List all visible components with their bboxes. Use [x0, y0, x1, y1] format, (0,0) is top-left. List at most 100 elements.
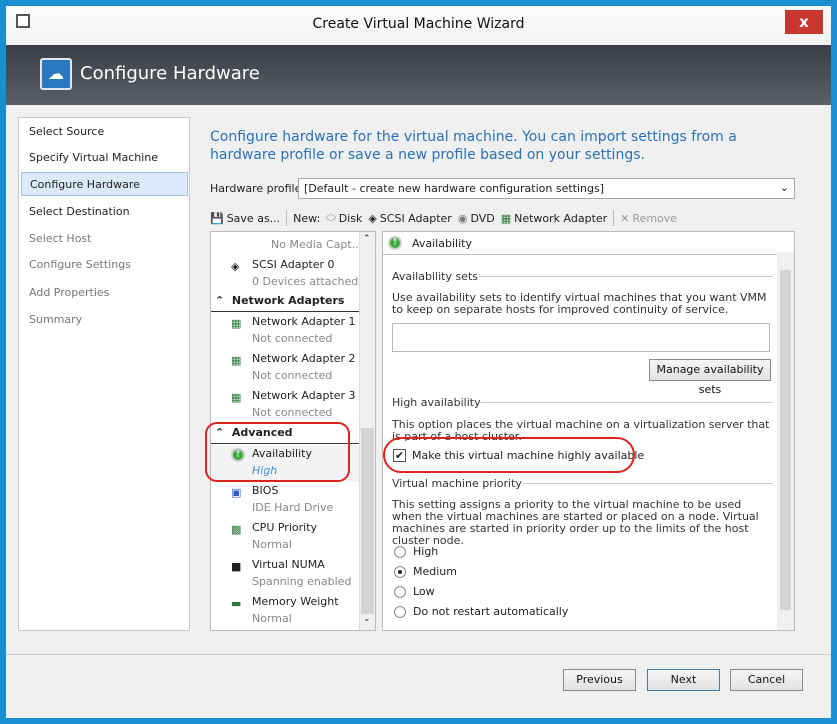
- radio-selected-icon: [394, 565, 406, 578]
- priority-high-radio[interactable]: High: [394, 545, 438, 558]
- divider: [523, 483, 773, 484]
- high-availability-label: High availability: [392, 396, 481, 409]
- step-select-host: Select Host: [29, 232, 92, 245]
- item-title: Network Adapter 3: [252, 389, 356, 402]
- pane-title: Availability: [412, 236, 472, 250]
- radio-icon: [394, 545, 406, 558]
- new-label: New:: [293, 211, 321, 225]
- new-dvd-button[interactable]: ◉ DVD: [458, 212, 495, 225]
- step-vm-identity[interactable]: Specify Virtual Machine Identity: [21, 146, 188, 188]
- priority-desc: This setting assigns a priority to the v…: [392, 498, 759, 547]
- new-scsi-button[interactable]: ◈ SCSI Adapter: [368, 212, 452, 225]
- new-disk-button[interactable]: ⬭ Disk: [326, 211, 362, 225]
- save-icon: 💾: [210, 211, 224, 225]
- step-select-source[interactable]: Select Source: [21, 120, 188, 144]
- numa-icon: ■: [231, 560, 242, 573]
- disk-label: Disk: [338, 211, 363, 225]
- item-sub: Not connected: [252, 332, 333, 345]
- disk-icon: ⬭: [326, 211, 336, 224]
- network-adapter-icon: ▦: [231, 317, 242, 330]
- remove-button: ✕ Remove: [620, 212, 677, 225]
- next-button[interactable]: Next: [647, 669, 720, 691]
- window-title: Create Virtual Machine Wizard: [312, 16, 525, 32]
- scsi-label: SCSI Adapter: [379, 211, 452, 225]
- network-adapter-icon: ▦: [500, 211, 512, 225]
- scroll-up-icon[interactable]: ⌃: [363, 234, 371, 244]
- step-select-destination[interactable]: Select Destination: [21, 200, 188, 224]
- cancel-button[interactable]: Cancel: [730, 669, 803, 691]
- dvd-icon: ◉: [457, 211, 468, 225]
- radio-label: Low: [413, 585, 435, 598]
- item-sub: Normal: [252, 612, 292, 625]
- item-title: Network Adapter 2: [252, 352, 356, 365]
- divider: [479, 402, 773, 403]
- priority-low-radio[interactable]: Low: [394, 585, 435, 598]
- previous-button[interactable]: Previous: [563, 669, 636, 691]
- scsi-icon: ◈: [368, 211, 377, 225]
- pane-scrollbar[interactable]: [777, 252, 794, 630]
- priority-label: Virtual machine priority: [392, 477, 522, 490]
- radio-label: High: [413, 545, 439, 558]
- item-title: Network Adapter 1: [252, 315, 356, 328]
- scsi-icon: ◈: [231, 260, 240, 273]
- availability-pane: ↑ Availability Availability sets Use avai…: [382, 231, 795, 631]
- divider: [479, 276, 773, 277]
- availability-sets-desc: Use availability sets to identify virtua…: [392, 291, 767, 316]
- hardware-profile-select[interactable]: [Default - create new hardware configura…: [298, 178, 795, 199]
- radio-label: Medium: [413, 565, 457, 578]
- cpu-icon: ▩: [231, 523, 242, 536]
- hardware-profile-label: Hardware profile:: [210, 182, 306, 195]
- radio-icon: [394, 605, 406, 618]
- list-scrollbar[interactable]: ⌃ ⌄: [359, 232, 375, 630]
- dvd-label: DVD: [470, 211, 495, 225]
- section-heading: Configure hardware for the virtual machi…: [210, 129, 737, 163]
- toolbar: 💾 Save as... New: ⬭ Disk ◈ SCSI Adapter ◉ DV…: [210, 207, 795, 229]
- annotation-circle: [383, 437, 635, 473]
- scroll-thumb[interactable]: [361, 428, 374, 614]
- availability-icon: ↑: [388, 236, 402, 250]
- radio-icon: [394, 585, 406, 598]
- item-title: BIOS: [252, 484, 279, 497]
- item-sub: 0 Devices attached: [252, 275, 359, 288]
- remove-icon: ✕: [620, 211, 630, 225]
- new-network-adapter-button[interactable]: ▦ Network Adapter: [501, 212, 607, 225]
- item-sub: Not connected: [252, 369, 333, 382]
- radio-label: Do not restart automatically: [413, 605, 569, 618]
- chevron-down-icon: ⌄: [779, 181, 789, 194]
- step-summary: Summary: [29, 313, 83, 326]
- step-configure-hardware[interactable]: Configure Hardware: [21, 172, 188, 196]
- save-as-label: Save as...: [226, 211, 281, 225]
- item-sub: Spanning enabled: [252, 575, 352, 588]
- step-configure-settings: Configure Settings: [29, 258, 131, 271]
- group-label: Network Adapters: [231, 294, 345, 307]
- network-adapter-icon: ▦: [231, 391, 242, 404]
- scroll-down-icon[interactable]: ⌄: [363, 614, 371, 624]
- item-title: Virtual NUMA: [252, 558, 325, 571]
- annotation-circle: [205, 422, 350, 482]
- availability-sets-label: Availability sets: [392, 270, 478, 283]
- hardware-icon: ☁: [40, 58, 72, 90]
- network-adapter-label: Network Adapter: [514, 211, 608, 225]
- header-banner: ☁ Configure Hardware: [6, 45, 831, 105]
- hardware-profile-value: [Default - create new hardware configura…: [304, 182, 605, 195]
- divider: [613, 210, 615, 226]
- remove-label: Remove: [632, 211, 678, 225]
- group-network-adapters[interactable]: ⌃ Network Adapters: [211, 294, 359, 312]
- bios-icon: ▣: [231, 486, 242, 499]
- item-title: CPU Priority: [252, 521, 318, 534]
- priority-no-restart-radio[interactable]: Do not restart automatically: [394, 605, 568, 618]
- manage-availability-sets-button[interactable]: Manage availability sets: [649, 359, 771, 396]
- divider: [6, 654, 831, 655]
- network-adapter-icon: ▦: [231, 354, 242, 367]
- divider: [383, 254, 794, 255]
- item-sub: Normal: [252, 538, 292, 551]
- close-button[interactable]: x: [785, 10, 823, 34]
- save-as-button[interactable]: 💾 Save as...: [210, 212, 280, 225]
- availability-sets-list[interactable]: [392, 323, 770, 352]
- item-title: SCSI Adapter 0: [252, 258, 335, 271]
- scroll-thumb[interactable]: [780, 270, 791, 610]
- item-sub: IDE Hard Drive: [252, 501, 334, 514]
- pane-header: ↑ Availability: [388, 236, 472, 250]
- priority-medium-radio[interactable]: Medium: [394, 565, 457, 578]
- item-sub: No Media Capt...: [271, 238, 363, 251]
